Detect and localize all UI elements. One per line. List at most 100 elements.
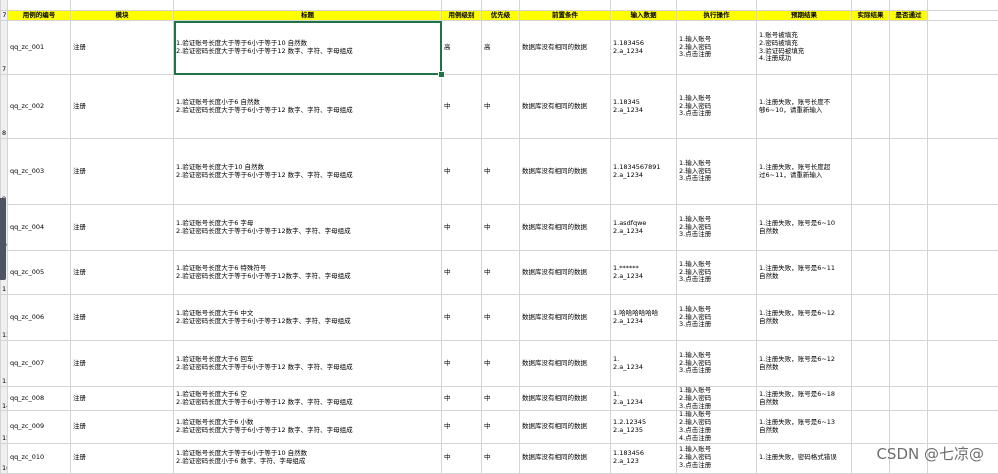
case-id-cell[interactable]: qq_zc_001 <box>8 21 71 75</box>
case-id-cell[interactable]: qq_zc_005 <box>8 251 71 295</box>
action-cell[interactable]: 1.输入账号2.输入密码3.点击注册 <box>677 341 757 387</box>
module-cell[interactable]: 注册 <box>71 443 174 473</box>
title-cell[interactable]: 1.验证账号长度大于6 中文2.验证密码长度大于等于6小于等于12数字、字符、字… <box>174 295 442 341</box>
level-cell[interactable]: 中 <box>442 387 482 411</box>
action-cell[interactable]: 1.输入账号2.输入密码3.点击注册 <box>677 139 757 205</box>
passed-cell[interactable] <box>890 75 928 139</box>
expected-cell[interactable]: 1.账号被填充2.密码被填充3.验证码被填充4.注册成功 <box>757 21 852 75</box>
passed-cell[interactable] <box>890 295 928 341</box>
actual-result-cell[interactable] <box>852 387 890 411</box>
module-cell[interactable]: 注册 <box>71 387 174 411</box>
empty-cell[interactable] <box>928 295 998 341</box>
empty-cell[interactable] <box>928 411 998 443</box>
level-cell[interactable]: 高 <box>442 21 482 75</box>
empty-cell[interactable] <box>928 139 998 205</box>
level-cell[interactable]: 中 <box>442 139 482 205</box>
precondition-cell[interactable]: 数据库没有相同的数据 <box>520 411 611 443</box>
actual-result-cell[interactable] <box>852 295 890 341</box>
case-id-cell[interactable]: qq_zc_006 <box>8 295 71 341</box>
input-data-cell[interactable]: 1.2.a_1234 <box>611 341 677 387</box>
case-id-cell[interactable]: qq_zc_009 <box>8 411 71 443</box>
empty-cell[interactable] <box>928 21 998 75</box>
passed-cell[interactable] <box>890 21 928 75</box>
input-data-cell[interactable]: 1.1834562.a_1234 <box>611 21 677 75</box>
module-cell[interactable]: 注册 <box>71 341 174 387</box>
action-cell[interactable]: 1.输入账号2.输入密码3.点击注册 <box>677 387 757 411</box>
priority-cell[interactable]: 中 <box>482 75 520 139</box>
priority-cell[interactable]: 中 <box>482 205 520 251</box>
row-number[interactable]: 16 <box>1 443 8 473</box>
row-number[interactable]: 15 <box>1 411 8 443</box>
empty-cell[interactable] <box>928 387 998 411</box>
case-id-cell[interactable]: qq_zc_010 <box>8 443 71 473</box>
spreadsheet-grid[interactable]: 7 用例的编号 模块 标题 用例级别 优先级 前置条件 输入数据 执行操作 预期… <box>0 0 998 470</box>
level-cell[interactable]: 中 <box>442 205 482 251</box>
header-module[interactable]: 模块 <box>71 11 174 21</box>
precondition-cell[interactable]: 数据库没有相同的数据 <box>520 341 611 387</box>
header-expected[interactable]: 预期结果 <box>757 11 852 21</box>
action-cell[interactable]: 1.输入账号2.输入密码3.点击注册 <box>677 21 757 75</box>
expected-cell[interactable]: 1.注册失败，密码格式错误 <box>757 443 852 473</box>
priority-cell[interactable]: 中 <box>482 411 520 443</box>
header-priority[interactable]: 优先级 <box>482 11 520 21</box>
module-cell[interactable]: 注册 <box>71 21 174 75</box>
row-number[interactable]: 14 <box>1 387 8 411</box>
actual-result-cell[interactable] <box>852 411 890 443</box>
actual-result-cell[interactable] <box>852 341 890 387</box>
title-cell[interactable]: 1.验证账号长度大于等于6小于等于10 自然数2.验证密码长度大于等于6小于等于… <box>174 21 442 75</box>
precondition-cell[interactable]: 数据库没有相同的数据 <box>520 21 611 75</box>
empty-cell[interactable] <box>928 341 998 387</box>
title-cell[interactable]: 1.验证账号长度大于6 字母2.验证密码长度大于等于6小于等于12数字、字符、字… <box>174 205 442 251</box>
action-cell[interactable]: 1.输入账号2.输入密码3.点击注册 <box>677 295 757 341</box>
level-cell[interactable]: 中 <box>442 443 482 473</box>
passed-cell[interactable] <box>890 251 928 295</box>
row-number[interactable]: 12 <box>1 295 8 341</box>
priority-cell[interactable]: 高 <box>482 21 520 75</box>
side-panel-tab[interactable] <box>0 198 6 280</box>
action-cell[interactable]: 1.输入账号2.输入密码3.点击注册 <box>677 251 757 295</box>
header-case-level[interactable]: 用例级别 <box>442 11 482 21</box>
case-id-cell[interactable]: qq_zc_003 <box>8 139 71 205</box>
empty-cell[interactable] <box>928 75 998 139</box>
header-action[interactable]: 执行操作 <box>677 11 757 21</box>
actual-result-cell[interactable] <box>852 75 890 139</box>
header-title[interactable]: 标题 <box>174 11 442 21</box>
expected-cell[interactable]: 1.注册失败，账号是6~12自然数 <box>757 295 852 341</box>
empty-cell[interactable] <box>928 11 998 21</box>
level-cell[interactable]: 中 <box>442 75 482 139</box>
action-cell[interactable]: 1.输入账号2.输入密码3.点击注册4.点击注册 <box>677 411 757 443</box>
expected-cell[interactable]: 1.注册失败，账号是6~12自然数 <box>757 341 852 387</box>
input-data-cell[interactable]: 1.1834562.a_123 <box>611 443 677 473</box>
actual-result-cell[interactable] <box>852 139 890 205</box>
actual-result-cell[interactable] <box>852 21 890 75</box>
header-precondition[interactable]: 前置条件 <box>520 11 611 21</box>
expected-cell[interactable]: 1.注册失败，账号长度超过6~11，请重新输入 <box>757 139 852 205</box>
actual-result-cell[interactable] <box>852 205 890 251</box>
module-cell[interactable]: 注册 <box>71 411 174 443</box>
title-cell[interactable]: 1.验证账号长度大于6 回车2.验证密码长度大于等于6小于等于12 数字、字符、… <box>174 341 442 387</box>
precondition-cell[interactable]: 数据库没有相同的数据 <box>520 251 611 295</box>
action-cell[interactable]: 1.输入账号2.输入密码3.点击注册 <box>677 75 757 139</box>
precondition-cell[interactable]: 数据库没有相同的数据 <box>520 295 611 341</box>
precondition-cell[interactable]: 数据库没有相同的数据 <box>520 75 611 139</box>
passed-cell[interactable] <box>890 387 928 411</box>
module-cell[interactable]: 注册 <box>71 139 174 205</box>
level-cell[interactable]: 中 <box>442 295 482 341</box>
expected-cell[interactable]: 1.注册失败，账号长度不够6~10，请重新输入 <box>757 75 852 139</box>
priority-cell[interactable]: 中 <box>482 251 520 295</box>
title-cell[interactable]: 1.验证账号长度大于6 空2.验证密码长度大于等于6小于等于12 数字、字符、字… <box>174 387 442 411</box>
empty-cell[interactable] <box>928 251 998 295</box>
expected-cell[interactable]: 1.注册失败，账号是6~18自然数 <box>757 387 852 411</box>
input-data-cell[interactable]: 1.2.123452.a_1235 <box>611 411 677 443</box>
module-cell[interactable]: 注册 <box>71 75 174 139</box>
precondition-cell[interactable]: 数据库没有相同的数据 <box>520 205 611 251</box>
input-data-cell[interactable]: 1.18345678912.a_1234 <box>611 139 677 205</box>
passed-cell[interactable] <box>890 411 928 443</box>
title-cell[interactable]: 1.验证账号长度大于6 特殊符号2.验证密码长度大于等于6小于等于12数字、字符… <box>174 251 442 295</box>
actual-result-cell[interactable] <box>852 251 890 295</box>
header-input-data[interactable]: 输入数据 <box>611 11 677 21</box>
module-cell[interactable]: 注册 <box>71 251 174 295</box>
level-cell[interactable]: 中 <box>442 411 482 443</box>
input-data-cell[interactable]: 1.183452.a_1234 <box>611 75 677 139</box>
level-cell[interactable]: 中 <box>442 251 482 295</box>
